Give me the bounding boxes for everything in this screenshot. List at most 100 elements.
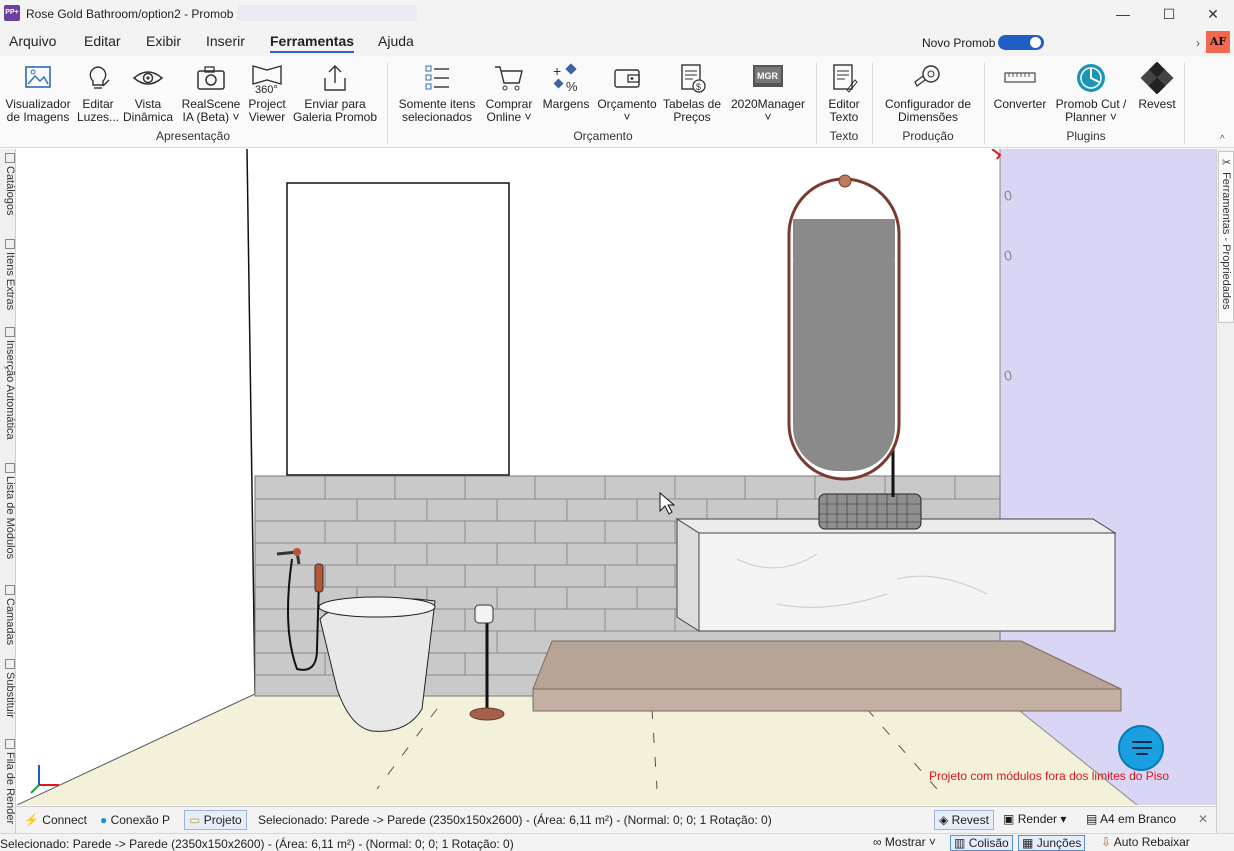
auto-rebaixar-label: Auto Rebaixar bbox=[1113, 835, 1190, 849]
somente-itens-button[interactable]: Somente itens selecionados bbox=[396, 62, 478, 124]
button-label: Enviar para bbox=[304, 97, 366, 111]
bidet-valve-knob bbox=[293, 548, 301, 556]
a4-em-branco-button[interactable]: ▤ A4 em Branco bbox=[1082, 810, 1180, 828]
vessel-sink bbox=[818, 493, 922, 530]
maximize-button[interactable]: ☐ bbox=[1146, 0, 1192, 28]
ribbon-collapse-icon[interactable]: ^ bbox=[1220, 134, 1225, 145]
menu-ferramentas[interactable]: Ferramentas bbox=[270, 33, 355, 53]
wifi-icon: ⚡ bbox=[24, 813, 39, 827]
wallet-icon bbox=[614, 69, 640, 88]
2020manager-button[interactable]: MGR 2020Manager ˅ bbox=[728, 62, 808, 124]
button-label: Galeria Promob bbox=[292, 110, 378, 124]
mirror-hook bbox=[838, 174, 852, 188]
button-label: Texto bbox=[829, 110, 859, 124]
svg-text:+: + bbox=[553, 63, 561, 79]
folder-icon: ▭ bbox=[189, 813, 201, 827]
tab-catalogos[interactable]: Catálogos bbox=[0, 153, 16, 235]
layers-icon bbox=[5, 585, 15, 595]
orcamento-button[interactable]: Orçamento ˅ bbox=[596, 62, 658, 124]
3d-viewport[interactable]: 0 0 0 Projeto com módulos fora dos limit… bbox=[17, 149, 1216, 805]
window-title: Rose Gold Bathroom/option2 - Promob bbox=[26, 7, 234, 21]
margens-button[interactable]: +% Margens bbox=[540, 62, 592, 111]
floor-warning-text: Projeto com módulos fora dos limites do … bbox=[929, 769, 1170, 783]
realscene-ia-button[interactable]: RealScene IA (Beta) ˅ bbox=[180, 62, 242, 124]
tab-itens-extras[interactable]: Itens Extras bbox=[0, 239, 16, 323]
button-label: Planner ˅ bbox=[1065, 110, 1117, 124]
enviar-galeria-button[interactable]: Enviar para Galeria Promob bbox=[292, 62, 378, 124]
menu-inserir[interactable]: Inserir bbox=[206, 33, 245, 49]
page-icon: ▤ bbox=[1086, 812, 1098, 826]
button-label: Visualizador bbox=[5, 97, 71, 111]
colisao-label: Colisão bbox=[968, 836, 1009, 850]
button-label: 2020Manager bbox=[730, 97, 806, 111]
menu-editar[interactable]: Editar bbox=[84, 33, 121, 49]
cut-planner-icon bbox=[1077, 64, 1105, 92]
extras-icon bbox=[5, 239, 15, 249]
projeto-tab[interactable]: ▭ Projeto bbox=[184, 810, 247, 830]
menu-exibir[interactable]: Exibir bbox=[146, 33, 181, 49]
project-bar: ⚡ Connect ● Conexão P ▭ Projeto Selecion… bbox=[16, 806, 1216, 833]
cart-icon bbox=[495, 66, 523, 91]
close-button[interactable]: ✕ bbox=[1190, 0, 1234, 28]
promob-window: PP+ Rose Gold Bathroom/option2 - Promob … bbox=[0, 0, 1234, 851]
converter-button[interactable]: Converter bbox=[990, 62, 1050, 111]
tab-lista-modulos[interactable]: Lista de Módulos bbox=[0, 463, 16, 581]
comprar-online-button[interactable]: Comprar Online ˅ bbox=[482, 62, 536, 124]
tab-substituir[interactable]: Substituir bbox=[0, 659, 16, 735]
tab-fila-render[interactable]: Fila de Render bbox=[0, 739, 16, 831]
axis-marker-icon bbox=[991, 149, 1002, 160]
chevron-right-icon[interactable]: › bbox=[1196, 36, 1200, 50]
wood-shelf bbox=[532, 640, 1122, 690]
group-separator bbox=[872, 62, 873, 144]
app-logo-icon: PP+ bbox=[4, 5, 20, 21]
connect-label: Connect bbox=[42, 813, 87, 827]
revest-button[interactable]: Revest bbox=[1134, 62, 1180, 111]
conexao-link[interactable]: ● Conexão P bbox=[100, 813, 170, 827]
novo-promob-toggle[interactable] bbox=[998, 35, 1044, 50]
revest-label: Revest bbox=[951, 813, 989, 827]
render-button[interactable]: ▣ Render ▾ bbox=[999, 810, 1070, 828]
revest-icon: ◈ bbox=[939, 813, 949, 827]
revest-bottom-button[interactable]: ◈ Revest bbox=[934, 810, 994, 830]
menu-arquivo[interactable]: Arquivo bbox=[9, 33, 56, 49]
button-label: Somente itens bbox=[398, 97, 476, 111]
svg-text:360°: 360° bbox=[255, 84, 278, 94]
title-bar: PP+ Rose Gold Bathroom/option2 - Promob … bbox=[0, 0, 1234, 28]
bidet-sprayer bbox=[314, 563, 324, 593]
close-bottom-panel-button[interactable]: ✕ bbox=[1194, 810, 1212, 828]
tab-insercao-automatica[interactable]: Inserção Automática bbox=[0, 327, 16, 459]
editor-texto-button[interactable]: Editor Texto bbox=[822, 62, 866, 124]
toggle-knob bbox=[1030, 37, 1041, 48]
button-label: Viewer bbox=[248, 110, 286, 124]
promob-cut-planner-button[interactable]: Promob Cut / Planner ˅ bbox=[1052, 62, 1130, 124]
tabelas-precos-button[interactable]: $ Tabelas de Preços bbox=[662, 62, 722, 124]
auto-rebaixar-toggle[interactable]: ⇩ Auto Rebaixar bbox=[1098, 835, 1193, 849]
project-viewer-button[interactable]: 360° Project Viewer bbox=[246, 62, 288, 124]
connect-link[interactable]: ⚡ Connect bbox=[24, 813, 87, 827]
eye-icon bbox=[132, 71, 164, 85]
juncoes-toggle[interactable]: ▦ Junções bbox=[1018, 835, 1086, 851]
configurador-dimensoes-button[interactable]: Configurador de Dimensões bbox=[880, 62, 976, 124]
mostrar-label: Mostrar ˅ bbox=[884, 835, 936, 849]
editar-luzes-button[interactable]: Editar Luzes... bbox=[76, 62, 120, 124]
chat-help-button[interactable] bbox=[1118, 725, 1164, 771]
svg-text:%: % bbox=[566, 79, 578, 94]
tab-camadas[interactable]: Camadas bbox=[0, 585, 16, 655]
button-label: Orçamento bbox=[597, 97, 657, 111]
button-label: Luzes... bbox=[76, 110, 120, 124]
button-label: ˅ bbox=[764, 110, 772, 124]
menu-ajuda[interactable]: Ajuda bbox=[378, 33, 414, 49]
checklist-icon bbox=[425, 65, 449, 90]
menu-bar: Arquivo Editar Exibir Inserir Ferramenta… bbox=[0, 28, 1234, 56]
tab-ferramentas-propriedades[interactable]: ✂ Ferramentas - Propriedades bbox=[1218, 151, 1234, 323]
colisao-toggle[interactable]: ▥ Colisão bbox=[950, 835, 1013, 851]
minimize-button[interactable]: — bbox=[1100, 0, 1146, 28]
vista-dinamica-button[interactable]: Vista Dinâmica bbox=[122, 62, 174, 124]
visualizador-imagens-button[interactable]: Visualizador de Imagens bbox=[4, 62, 72, 124]
render-icon: ▣ bbox=[1003, 812, 1015, 826]
projeto-label: Projeto bbox=[203, 813, 242, 827]
user-avatar[interactable]: AF bbox=[1206, 31, 1230, 53]
mostrar-dropdown[interactable]: ∞ Mostrar ˅ bbox=[870, 835, 939, 849]
lightbulb-icon bbox=[89, 66, 110, 89]
tape-measure-icon bbox=[914, 65, 940, 87]
